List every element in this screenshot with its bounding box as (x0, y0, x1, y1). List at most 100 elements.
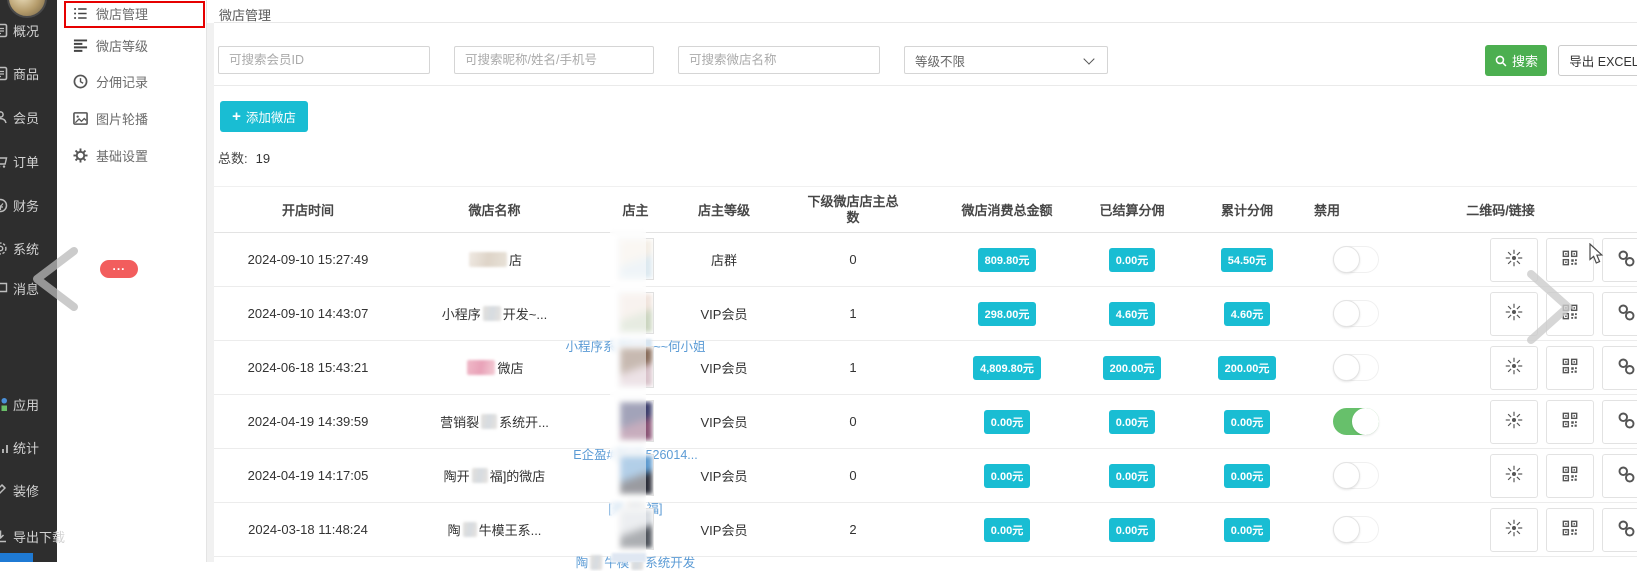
sidebar-item-label: 应用 (13, 395, 39, 414)
table-row: 2024-03-18 11:48:24陶牛模王系...陶牛模系统开发VIP会员2… (214, 503, 1637, 557)
text-fragment: 福]的微店 (490, 466, 546, 485)
messages-icon (0, 281, 9, 296)
level-select[interactable]: 等级不限 (904, 46, 1108, 74)
miniprogram-code-button[interactable] (1490, 346, 1538, 390)
submenu-item-basic-settings[interactable]: 基础设置 (73, 144, 148, 166)
link-button[interactable] (1602, 346, 1637, 390)
miniprogram-code-icon (1503, 409, 1525, 434)
link-button[interactable] (1602, 238, 1637, 282)
total-amount-badge-cell: 0.00元 (942, 395, 1072, 448)
owner-avatar-wrap: [开福] (618, 454, 654, 496)
search-icon (1494, 54, 1508, 68)
sidebar-item-orders[interactable]: 订单 (0, 151, 57, 171)
sidebar-item-goods[interactable]: 商品 (0, 63, 57, 83)
qrcode-icon (1560, 410, 1580, 433)
text-fragment: 系统开... (499, 412, 549, 431)
text-fragment: 系统开发 (645, 556, 695, 570)
miniprogram-code-button[interactable] (1490, 508, 1538, 552)
miniprogram-code-button[interactable] (1490, 454, 1538, 498)
qrcode-button[interactable] (1546, 508, 1594, 552)
link-button[interactable] (1602, 508, 1637, 552)
basic-settings-icon (73, 148, 88, 163)
link-button[interactable] (1602, 400, 1637, 444)
sidebar-item-stats[interactable]: 统计 (0, 437, 57, 457)
qrcode-button[interactable] (1546, 400, 1594, 444)
text-fragment: 牛模王系... (479, 520, 542, 539)
search-button[interactable]: 搜索 (1485, 45, 1547, 76)
settled-commission-badge-cell: 0.00元 (1072, 233, 1192, 286)
level-select-value: 等级不限 (915, 51, 965, 70)
link-button[interactable] (1602, 454, 1637, 498)
total-amount-badge: 809.80元 (978, 248, 1037, 272)
add-store-button[interactable]: + 添加微店 (220, 101, 308, 132)
submenu-item-commission-record[interactable]: 分佣记录 (73, 70, 148, 92)
owner-cell (587, 233, 684, 286)
accrued-commission-badge-cell: 4.60元 (1192, 287, 1302, 340)
filter-divider (214, 85, 1637, 86)
disable-toggle[interactable] (1333, 516, 1379, 543)
qrcode-button[interactable] (1546, 454, 1594, 498)
redacted-blur (481, 414, 497, 429)
sidebar-item-label: 订单 (13, 152, 39, 171)
chevron-left-icon[interactable] (24, 246, 86, 317)
sidebar-item-finance[interactable]: 财务 (0, 195, 57, 215)
table-header-row: 开店时间 微店名称 店主 店主等级 下级微店店主总数 微店消费总金额 已结算分佣… (214, 186, 1637, 233)
accrued-commission-badge: 200.00元 (1218, 356, 1277, 380)
members-icon (0, 110, 9, 125)
owner-level-cell: 店群 (684, 233, 764, 286)
goods-icon (0, 66, 9, 81)
disable-toggle[interactable] (1333, 246, 1379, 273)
miniprogram-code-button[interactable] (1490, 400, 1538, 444)
partial-next-row-avatar (612, 553, 646, 562)
avatar (618, 508, 654, 550)
user-avatar[interactable] (7, 0, 47, 18)
store-name-search-input[interactable] (678, 46, 880, 74)
sidebar-item-decorate[interactable]: 装修 (0, 480, 57, 500)
table-body: 2024-09-10 15:27:49店店群0809.80元0.00元54.50… (214, 233, 1637, 557)
toggle-knob (1333, 354, 1360, 381)
title-divider (214, 22, 1637, 23)
redacted-blur (590, 555, 602, 570)
miniprogram-code-icon (1503, 355, 1525, 380)
disable-toggle[interactable] (1333, 408, 1379, 435)
sidebar-item-apps[interactable]: 应用 (0, 394, 57, 414)
chevron-right-icon[interactable] (1522, 268, 1578, 351)
open-time-cell: 2024-04-19 14:39:59 (214, 395, 402, 448)
link-button[interactable] (1602, 292, 1637, 336)
member-id-search-input[interactable] (218, 46, 430, 74)
qrcode-link-cell (1410, 503, 1637, 556)
table-row: 2024-09-10 15:27:49店店群0809.80元0.00元54.50… (214, 233, 1637, 287)
sidebar-item-members[interactable]: 会员 (0, 107, 57, 127)
disable-toggle[interactable] (1333, 300, 1379, 327)
sidebar-item-overview[interactable]: 概况 (0, 20, 57, 40)
submenu-item-store-level[interactable]: 微店等级 (73, 34, 148, 56)
open-time-cell: 2024-09-10 14:43:07 (214, 287, 402, 340)
disable-toggle[interactable] (1333, 462, 1379, 489)
miniprogram-code-icon (1503, 463, 1525, 488)
download-icon (0, 529, 9, 544)
owner-level-cell: VIP会员 (684, 341, 764, 394)
total-amount-badge-cell: 0.00元 (942, 503, 1072, 556)
store-name-cell: 陶牛模王系... (402, 503, 587, 556)
store-name-cell: 店 (402, 233, 587, 286)
store-name-cell: 陶开福]的微店 (402, 449, 587, 502)
settled-commission-badge-cell: 0.00元 (1072, 395, 1192, 448)
redacted-blur (467, 360, 495, 375)
settled-commission-badge: 0.00元 (1109, 518, 1155, 542)
sidebar-item-export-download[interactable]: 导出下载 (0, 526, 57, 546)
redacted-blur (483, 306, 501, 321)
disable-cell (1302, 395, 1410, 448)
col-header-store-name: 微店名称 (402, 187, 587, 232)
decorate-icon (0, 483, 9, 498)
accrued-commission-badge: 0.00元 (1224, 464, 1270, 488)
disable-toggle[interactable] (1333, 354, 1379, 381)
qrcode-button[interactable] (1546, 346, 1594, 390)
sub-store-count-cell: 2 (764, 503, 942, 556)
export-excel-button[interactable]: 导出 EXCEL (1558, 45, 1637, 76)
submenu-item-image-carousel[interactable]: 图片轮播 (73, 107, 148, 129)
sidebar-item-label: 财务 (13, 196, 39, 215)
nickname-search-input[interactable] (454, 46, 654, 74)
row-actions (1490, 400, 1637, 444)
owner-cell (587, 341, 684, 394)
toggle-knob (1333, 246, 1360, 273)
